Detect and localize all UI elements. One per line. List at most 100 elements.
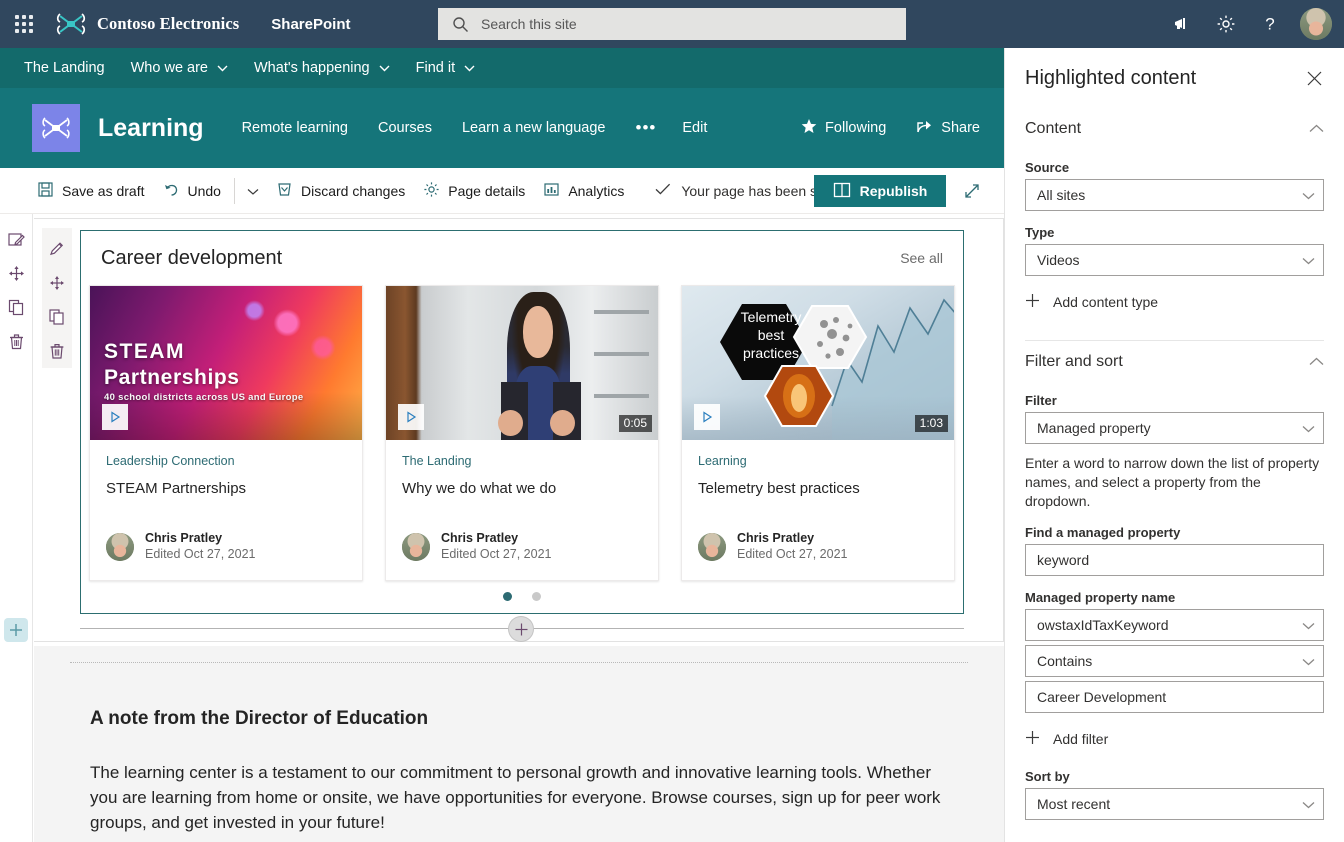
nav-item-whats-happening[interactable]: What's happening: [254, 60, 390, 76]
card-site-name[interactable]: Leadership Connection: [106, 454, 346, 468]
publish-book-icon: [833, 182, 851, 201]
republish-button[interactable]: Republish: [814, 175, 946, 207]
page-canvas: Career development See all STEAM Partner…: [0, 214, 1004, 842]
search-icon: [452, 16, 469, 33]
card-body: Leadership Connection STEAM Partnerships: [90, 440, 362, 497]
undo-button[interactable]: Undo: [154, 175, 230, 207]
close-icon[interactable]: [1298, 62, 1330, 94]
text-webpart-section[interactable]: A note from the Director of Education Th…: [34, 646, 1004, 842]
card-thumbnail[interactable]: Telemetry best practices 1:03: [682, 286, 954, 440]
command-bar: Save as draft Undo Discard changes Page …: [0, 168, 1004, 214]
site-logo-icon: [32, 104, 80, 152]
discard-changes-button[interactable]: Discard changes: [267, 175, 414, 207]
find-managed-property-label: Find a managed property: [1025, 525, 1181, 540]
nav-item-who-we-are[interactable]: Who we are: [131, 60, 228, 76]
carousel-dot-1[interactable]: [503, 592, 512, 601]
play-icon[interactable]: [694, 404, 720, 430]
add-filter-button[interactable]: Add filter: [1025, 723, 1324, 755]
pane-title: Highlighted content: [1025, 66, 1197, 89]
header-link-learn-a-new-language[interactable]: Learn a new language: [462, 120, 606, 136]
search-input[interactable]: Search this site: [438, 8, 906, 40]
undo-icon: [163, 181, 180, 201]
help-icon[interactable]: ?: [1248, 0, 1292, 48]
edited-date: Edited Oct 27, 2021: [737, 547, 848, 561]
analytics-button[interactable]: Analytics: [534, 175, 633, 207]
duplicate-webpart-icon[interactable]: [42, 300, 72, 334]
find-managed-property-input[interactable]: keyword: [1025, 544, 1324, 576]
chevron-down-icon: [1302, 252, 1315, 268]
undo-dropdown-button[interactable]: [239, 175, 267, 207]
filter-help-text: Enter a word to narrow down the list of …: [1025, 455, 1320, 509]
suite-app-name[interactable]: SharePoint: [271, 16, 350, 33]
page-title[interactable]: Learning: [98, 114, 204, 143]
discard-changes-icon: [276, 181, 293, 201]
page-details-button[interactable]: Page details: [414, 175, 534, 207]
play-icon[interactable]: [102, 404, 128, 430]
play-icon[interactable]: [398, 404, 424, 430]
webpart-toolbar: [42, 228, 72, 368]
list-item[interactable]: STEAM Partnerships 40 school districts a…: [89, 285, 363, 581]
site-header-actions: Following Share: [771, 118, 980, 138]
operand-input[interactable]: Career Development: [1025, 681, 1324, 713]
delete-webpart-icon[interactable]: [1, 324, 33, 358]
undo-label: Undo: [187, 182, 221, 199]
source-label: Source: [1025, 160, 1070, 175]
thumbnail-subtitle: practices: [742, 345, 800, 361]
site-header: Learning Remote learning Courses Learn a…: [0, 88, 1004, 168]
add-content-type-button[interactable]: Add content type: [1025, 286, 1324, 318]
edit-webpart-icon[interactable]: [42, 232, 72, 266]
video-duration-badge: 1:03: [914, 415, 948, 432]
account-avatar[interactable]: [1300, 8, 1332, 40]
card-thumbnail[interactable]: 0:05: [386, 286, 658, 440]
card-title[interactable]: STEAM Partnerships: [106, 480, 346, 497]
filter-group-header[interactable]: Filter and sort: [1025, 345, 1324, 379]
card-title[interactable]: Telemetry best practices: [698, 480, 938, 497]
nav-item-the-landing[interactable]: The Landing: [24, 60, 105, 76]
save-as-draft-button[interactable]: Save as draft: [28, 175, 154, 207]
add-section-button[interactable]: [4, 618, 28, 642]
filter-dropdown[interactable]: Managed property: [1025, 412, 1324, 444]
megaphone-icon[interactable]: [1160, 0, 1204, 48]
card-thumbnail[interactable]: STEAM Partnerships 40 school districts a…: [90, 286, 362, 440]
header-link-remote-learning[interactable]: Remote learning: [242, 120, 348, 136]
move-webpart-icon[interactable]: [42, 266, 72, 300]
sort-by-dropdown[interactable]: Most recent: [1025, 788, 1324, 820]
list-item[interactable]: 0:05 The Landing Why we do what we do Ch…: [385, 285, 659, 581]
see-all-link[interactable]: See all: [900, 250, 943, 266]
operator-dropdown[interactable]: Contains: [1025, 645, 1324, 677]
add-webpart-button[interactable]: [509, 617, 533, 641]
type-dropdown[interactable]: Videos: [1025, 244, 1324, 276]
duplicate-webpart-icon[interactable]: [1, 290, 33, 324]
delete-webpart-icon[interactable]: [42, 334, 72, 368]
card-site-name[interactable]: The Landing: [402, 454, 642, 468]
nav-item-find-it[interactable]: Find it: [416, 60, 476, 76]
thumbnail-headline: Telemetry: [740, 309, 802, 325]
content-group: Content Source All sites Type Videos Add…: [1005, 112, 1344, 341]
type-value: Videos: [1037, 252, 1080, 268]
app-launcher-icon[interactable]: [0, 0, 48, 48]
highlighted-content-webpart[interactable]: Career development See all STEAM Partner…: [80, 230, 964, 614]
card-list: STEAM Partnerships 40 school districts a…: [89, 285, 955, 581]
share-button[interactable]: Share: [916, 118, 980, 138]
card-site-name[interactable]: Learning: [698, 454, 938, 468]
header-link-courses[interactable]: Courses: [378, 120, 432, 136]
chevron-down-icon: [217, 60, 228, 76]
gear-icon[interactable]: [1204, 0, 1248, 48]
list-item[interactable]: Telemetry best practices 1:03 Learning T…: [681, 285, 955, 581]
chevron-down-icon: [1302, 796, 1315, 812]
managed-property-dropdown[interactable]: owstaxIdTaxKeyword: [1025, 609, 1324, 641]
header-link-edit[interactable]: Edit: [682, 120, 707, 136]
carousel-dot-2[interactable]: [532, 592, 541, 601]
move-webpart-icon[interactable]: [1, 256, 33, 290]
expand-canvas-icon[interactable]: [956, 175, 988, 207]
header-link-overflow-icon[interactable]: •••: [636, 118, 657, 138]
card-title[interactable]: Why we do what we do: [402, 480, 642, 497]
svg-text:?: ?: [1265, 15, 1274, 34]
chevron-down-icon: [1302, 187, 1315, 203]
site-header-links: Remote learning Courses Learn a new lang…: [242, 118, 738, 138]
edit-webpart-icon[interactable]: [1, 222, 33, 256]
following-button[interactable]: Following: [801, 118, 886, 138]
content-group-header[interactable]: Content: [1025, 112, 1324, 146]
source-dropdown[interactable]: All sites: [1025, 179, 1324, 211]
analytics-icon: [543, 181, 560, 201]
